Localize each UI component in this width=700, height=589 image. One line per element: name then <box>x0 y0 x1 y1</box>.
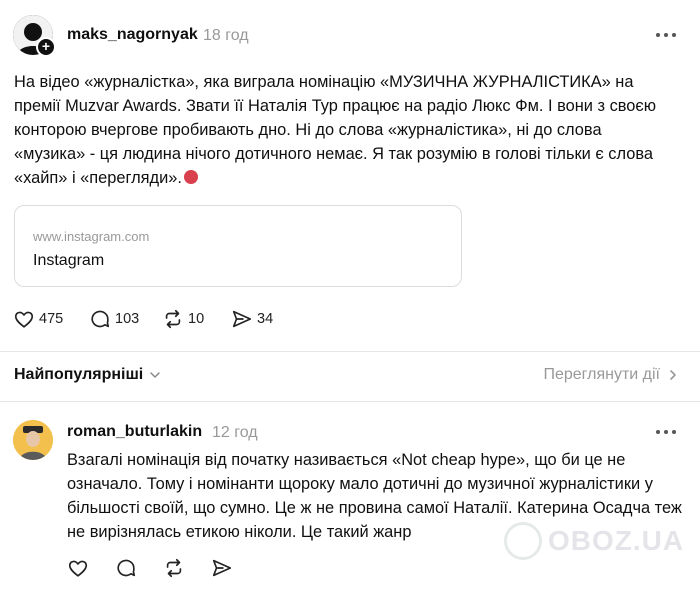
like-count: 475 <box>39 311 64 327</box>
post-text: На відео «журналістка», яка виграла номі… <box>14 70 674 190</box>
repost-button[interactable]: 10 <box>162 306 204 332</box>
comment-button[interactable]: 103 <box>89 306 139 332</box>
send-icon <box>232 310 252 328</box>
more-dots-icon[interactable] <box>656 24 678 44</box>
repost-icon <box>165 309 181 329</box>
reply-like-button[interactable] <box>67 557 91 579</box>
sort-dropdown[interactable]: Найпопулярніші <box>14 366 161 384</box>
reply-time[interactable]: 12 год <box>212 424 258 442</box>
post-text-content: На відео «журналістка», яка виграла номі… <box>14 73 657 187</box>
divider <box>0 401 700 402</box>
heart-icon <box>68 560 88 577</box>
plus-icon: + <box>38 39 54 55</box>
divider <box>0 351 700 352</box>
view-activity-label: Переглянути дії <box>543 366 660 383</box>
chevron-right-icon <box>670 370 676 380</box>
reply-share-button[interactable] <box>211 557 235 579</box>
reply-actions <box>67 557 235 579</box>
chevron-down-icon <box>150 372 160 378</box>
comment-count: 103 <box>115 311 140 327</box>
angry-face-emoji-icon <box>183 170 198 184</box>
post-time[interactable]: 18 год <box>203 27 249 45</box>
view-activity-link[interactable]: Переглянути дії <box>543 366 678 384</box>
avatar-image <box>13 420 53 460</box>
more-dots-icon[interactable] <box>656 421 678 441</box>
follow-button[interactable]: + <box>36 37 56 57</box>
heart-icon <box>14 311 34 328</box>
post-username[interactable]: maks_nagornyak <box>67 26 198 44</box>
share-button[interactable]: 34 <box>231 306 273 332</box>
reply-avatar[interactable] <box>13 420 53 460</box>
link-domain: www.instagram.com <box>33 229 150 244</box>
watermark: OBOZ.UA <box>504 522 684 560</box>
repost-icon <box>166 558 182 578</box>
like-button[interactable]: 475 <box>13 306 63 332</box>
speech-bubble-icon <box>117 559 136 577</box>
repost-count: 10 <box>188 311 205 327</box>
share-count: 34 <box>257 311 274 327</box>
reply-username[interactable]: roman_buturlakin <box>67 423 202 441</box>
watermark-logo-icon <box>504 522 542 560</box>
link-preview-card[interactable]: www.instagram.com Instagram <box>14 205 462 287</box>
sort-label: Найпопулярніші <box>14 366 144 383</box>
watermark-text: OBOZ.UA <box>548 525 685 556</box>
speech-bubble-icon <box>91 310 110 328</box>
send-icon <box>212 559 232 577</box>
post-actions: 475 103 10 34 <box>0 306 700 332</box>
reply-comment-button[interactable] <box>115 557 139 579</box>
link-title: Instagram <box>33 252 105 269</box>
reply-repost-button[interactable] <box>163 557 187 579</box>
